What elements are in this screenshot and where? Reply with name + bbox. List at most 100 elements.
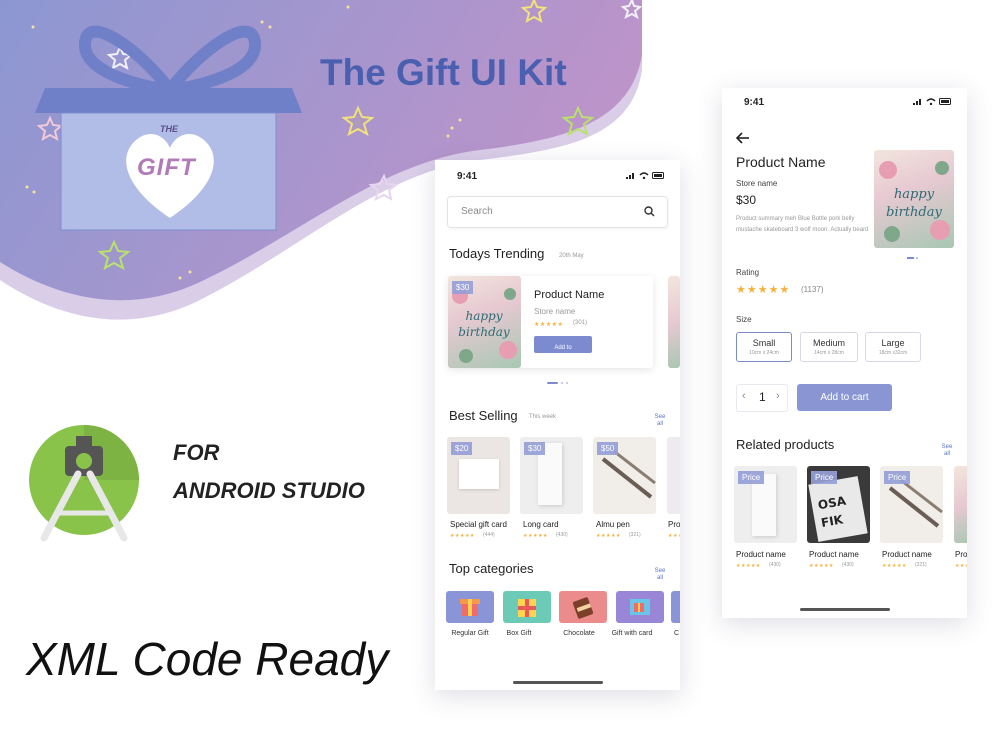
trending-card[interactable]: happy birthday $30 Product Name Store na…: [448, 276, 653, 368]
price-tag: Price: [811, 471, 838, 484]
gift-card-icon: [630, 599, 650, 615]
category-icon: [616, 591, 664, 623]
best-selling-title: Best Selling: [449, 408, 518, 423]
increment-icon[interactable]: ›: [776, 390, 780, 402]
size-name: Large: [881, 338, 905, 348]
image-indicator-dot: [916, 257, 918, 259]
store-name: Store name: [736, 179, 778, 188]
best-selling-item-image: $30: [520, 437, 583, 514]
related-product-name: Product name: [736, 550, 786, 559]
category-label: Chocolate: [563, 630, 595, 637]
size-name: Small: [752, 338, 776, 348]
best-selling-item-name: Special gift card: [450, 520, 507, 529]
wifi-icon: [639, 172, 649, 179]
rating-count: (1137): [801, 285, 824, 294]
rating-stars: ★★★★★: [882, 563, 907, 569]
battery-icon: [652, 172, 664, 179]
hero-title: The Gift UI Kit: [320, 52, 567, 93]
carousel-dot: [561, 382, 563, 384]
category-label: Box Gift: [506, 630, 532, 637]
best-selling-see-all[interactable]: See all: [653, 414, 667, 428]
status-icons: [626, 172, 666, 179]
category-label: C: [674, 630, 680, 637]
best-selling-subtitle: This week: [529, 414, 557, 420]
related-product-name: Product name: [882, 550, 932, 559]
home-indicator: [800, 608, 890, 611]
rating-stars: ★★★★★: [736, 563, 761, 569]
trending-title: Todays Trending: [449, 246, 545, 261]
search-bar[interactable]: Search: [447, 196, 668, 228]
gift-box-big-text: GIFT: [137, 154, 196, 181]
best-selling-item-name: Almu pen: [596, 520, 630, 529]
trending-date: 20th May: [559, 253, 584, 259]
rating-count: (430): [769, 562, 781, 568]
box-gift-icon: [518, 599, 536, 617]
quantity-value: 1: [759, 390, 766, 404]
gift-box-small-text: THE: [160, 124, 178, 134]
trending-card-next-peek[interactable]: [668, 276, 680, 368]
add-to-cart-label: Add to cart: [820, 392, 869, 403]
related-products-title: Related products: [736, 437, 835, 452]
related-product-name: Product name: [809, 550, 859, 559]
related-product-image: Price: [880, 466, 943, 543]
phone-home-screen: 9:41 Search Todays Trending 20th May hap…: [435, 160, 680, 690]
tagline: XML Code Ready: [26, 633, 389, 685]
best-selling-item-image: [667, 437, 680, 514]
svg-text:birthday: birthday: [458, 325, 510, 339]
categories-see-all[interactable]: See all: [653, 568, 667, 582]
add-to-button[interactable]: Add to: [534, 336, 592, 353]
decrement-icon[interactable]: ‹: [742, 390, 746, 402]
best-selling-item-name: Long card: [523, 520, 559, 529]
size-dims: 10cm x 24cm: [749, 350, 779, 356]
rating-count: (430): [556, 532, 568, 538]
add-to-button-label: Add to: [554, 345, 572, 351]
card-illustration: [459, 459, 499, 489]
price-tag: $50: [597, 442, 619, 455]
price-tag: $20: [451, 442, 473, 455]
chocolate-icon: [572, 597, 594, 619]
search-placeholder: Search: [461, 206, 493, 217]
signal-icon: [626, 173, 634, 179]
add-to-cart-button[interactable]: Add to cart: [797, 384, 892, 411]
studio-line-1: FOR: [173, 440, 220, 465]
studio-line-2: ANDROID STUDIO: [173, 478, 365, 503]
search-icon[interactable]: [644, 206, 655, 217]
product-image: happy birthday: [874, 150, 954, 248]
top-categories-title: Top categories: [449, 561, 534, 576]
size-dims: 18cm x32cm: [878, 350, 908, 356]
best-selling-item-image: $20: [447, 437, 510, 514]
trending-product-name: Product Name: [534, 289, 605, 301]
product-price: $30: [736, 193, 757, 207]
svg-text:happy: happy: [465, 309, 502, 323]
signal-icon: [913, 99, 921, 105]
related-product-name: Pro: [955, 550, 967, 559]
rating-stars: ★★★★★: [955, 563, 967, 569]
trending-store-name: Store name: [534, 307, 576, 316]
rating-count: (321): [915, 562, 927, 568]
size-option-medium[interactable]: Medium 14cm x 28cm: [800, 332, 858, 362]
svg-text:birthday: birthday: [886, 205, 942, 220]
carousel-dot: [566, 382, 568, 384]
best-selling-item-image: $50: [593, 437, 656, 514]
quantity-stepper[interactable]: ‹ 1 ›: [736, 384, 788, 412]
size-option-large[interactable]: Large 18cm x32cm: [865, 332, 921, 362]
rating-stars: ★★★★★: [736, 284, 791, 296]
rating-stars: ★★★★★: [450, 533, 475, 539]
category-icon: [559, 591, 607, 623]
rating-stars: ★★★★★: [809, 563, 834, 569]
rating-count: (444): [483, 532, 495, 538]
wifi-icon: [926, 98, 936, 105]
phone-product-screen: 9:41 Product Name Store name $30 Product…: [722, 88, 967, 618]
status-time: 9:41: [744, 97, 765, 108]
related-see-all[interactable]: See all: [940, 444, 954, 458]
back-arrow-icon[interactable]: [736, 132, 750, 144]
product-summary: Product summary meh Blue Bottle pork bel…: [736, 216, 869, 233]
price-tag: $30: [524, 442, 546, 455]
image-indicator: [907, 257, 914, 259]
status-time: 9:41: [457, 171, 478, 182]
category-label: Gift with card: [611, 630, 653, 637]
category-icon: [446, 591, 494, 623]
size-option-small[interactable]: Small 10cm x 24cm: [736, 332, 792, 362]
rating-stars: ★★★★★: [596, 533, 621, 539]
rating-stars: ★★★★★: [534, 322, 564, 328]
